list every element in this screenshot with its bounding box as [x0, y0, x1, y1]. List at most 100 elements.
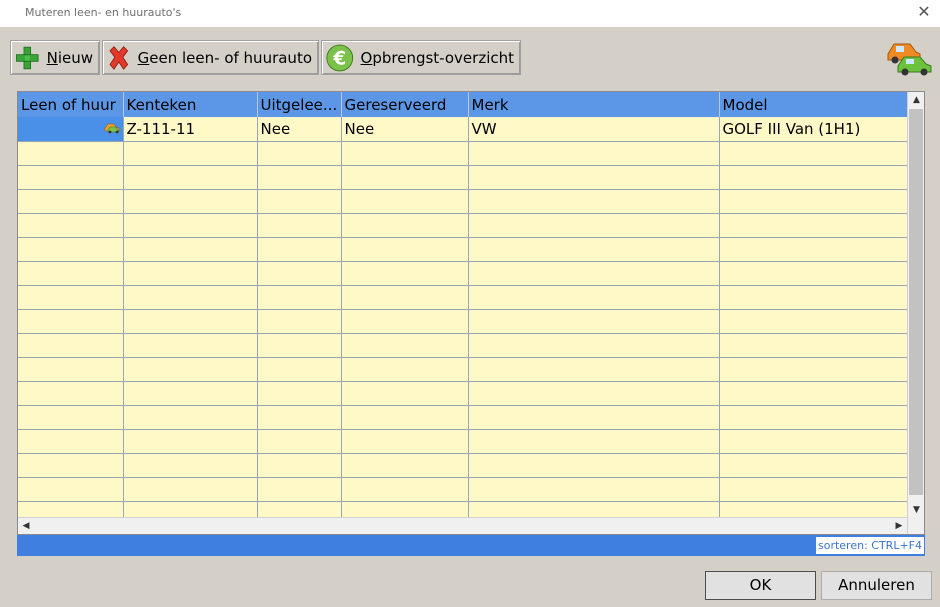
empty-cell[interactable]: [468, 237, 720, 262]
empty-cell[interactable]: [257, 429, 342, 454]
empty-cell[interactable]: [468, 141, 720, 166]
empty-cell[interactable]: [257, 165, 342, 190]
empty-cell[interactable]: [18, 189, 124, 214]
table-row[interactable]: [18, 405, 908, 430]
empty-cell[interactable]: [123, 261, 258, 286]
cell-kenteken[interactable]: Z-111-11: [123, 117, 258, 142]
empty-cell[interactable]: [468, 165, 720, 190]
empty-cell[interactable]: [341, 477, 469, 502]
close-icon[interactable]: ✕: [916, 4, 932, 20]
empty-cell[interactable]: [341, 213, 469, 238]
table-row[interactable]: [18, 213, 908, 238]
empty-cell[interactable]: [341, 141, 469, 166]
empty-cell[interactable]: [719, 357, 908, 382]
empty-cell[interactable]: [341, 237, 469, 262]
empty-cell[interactable]: [468, 213, 720, 238]
empty-cell[interactable]: [123, 237, 258, 262]
empty-cell[interactable]: [123, 213, 258, 238]
empty-cell[interactable]: [123, 357, 258, 382]
empty-cell[interactable]: [719, 477, 908, 502]
empty-cell[interactable]: [341, 285, 469, 310]
empty-cell[interactable]: [719, 333, 908, 358]
cell-gereserveerd[interactable]: Nee: [341, 117, 469, 142]
empty-cell[interactable]: [18, 285, 124, 310]
new-button[interactable]: Nieuw: [10, 40, 100, 75]
table-row[interactable]: [18, 285, 908, 310]
empty-cell[interactable]: [123, 165, 258, 190]
empty-cell[interactable]: [468, 309, 720, 334]
empty-cell[interactable]: [719, 453, 908, 478]
empty-cell[interactable]: [257, 333, 342, 358]
empty-cell[interactable]: [719, 141, 908, 166]
table-row[interactable]: [18, 477, 908, 502]
empty-cell[interactable]: [468, 261, 720, 286]
empty-cell[interactable]: [257, 309, 342, 334]
empty-cell[interactable]: [468, 381, 720, 406]
empty-cell[interactable]: [18, 381, 124, 406]
scroll-left-icon[interactable]: ◀: [18, 518, 34, 534]
empty-cell[interactable]: [719, 429, 908, 454]
empty-cell[interactable]: [257, 141, 342, 166]
empty-cell[interactable]: [18, 453, 124, 478]
empty-cell[interactable]: [18, 165, 124, 190]
column-header[interactable]: Uitgelee...: [257, 92, 342, 117]
horizontal-scrollbar[interactable]: ◀ ▶: [18, 517, 907, 534]
empty-cell[interactable]: [123, 429, 258, 454]
empty-cell[interactable]: [468, 357, 720, 382]
column-header[interactable]: Kenteken: [123, 92, 258, 117]
ok-button[interactable]: OK: [705, 571, 816, 600]
vertical-scrollbar[interactable]: ▲ ▼: [907, 92, 924, 518]
empty-cell[interactable]: [341, 165, 469, 190]
empty-cell[interactable]: [719, 189, 908, 214]
empty-cell[interactable]: [18, 213, 124, 238]
empty-cell[interactable]: [341, 405, 469, 430]
empty-cell[interactable]: [123, 453, 258, 478]
empty-cell[interactable]: [719, 285, 908, 310]
table-row[interactable]: [18, 453, 908, 478]
empty-cell[interactable]: [341, 357, 469, 382]
empty-cell[interactable]: [341, 333, 469, 358]
scroll-right-icon[interactable]: ▶: [891, 518, 907, 534]
empty-cell[interactable]: [719, 405, 908, 430]
table-row[interactable]: [18, 165, 908, 190]
empty-cell[interactable]: [468, 453, 720, 478]
empty-cell[interactable]: [341, 309, 469, 334]
empty-cell[interactable]: [341, 189, 469, 214]
empty-cell[interactable]: [257, 213, 342, 238]
column-header[interactable]: Gereserveerd: [341, 92, 469, 117]
cell-merk[interactable]: VW: [468, 117, 720, 142]
column-header[interactable]: Leen of huur: [18, 92, 124, 117]
empty-cell[interactable]: [341, 453, 469, 478]
table-row[interactable]: [18, 429, 908, 454]
table-row[interactable]: [18, 261, 908, 286]
table-row[interactable]: [18, 309, 908, 334]
empty-cell[interactable]: [257, 477, 342, 502]
no-loan-car-button[interactable]: Geen leen- of huurauto: [102, 40, 319, 75]
empty-cell[interactable]: [341, 261, 469, 286]
empty-cell[interactable]: [468, 189, 720, 214]
empty-cell[interactable]: [257, 381, 342, 406]
cell-uitgeleend[interactable]: Nee: [257, 117, 342, 142]
empty-cell[interactable]: [257, 237, 342, 262]
empty-cell[interactable]: [719, 165, 908, 190]
table-row[interactable]: [18, 237, 908, 262]
empty-cell[interactable]: [257, 453, 342, 478]
empty-cell[interactable]: [257, 189, 342, 214]
empty-cell[interactable]: [123, 477, 258, 502]
table-row[interactable]: [18, 357, 908, 382]
empty-cell[interactable]: [468, 285, 720, 310]
empty-cell[interactable]: [123, 333, 258, 358]
cell-model[interactable]: GOLF III Van (1H1): [719, 117, 908, 142]
empty-cell[interactable]: [719, 309, 908, 334]
empty-cell[interactable]: [18, 237, 124, 262]
table-row[interactable]: [18, 189, 908, 214]
empty-cell[interactable]: [719, 237, 908, 262]
empty-cell[interactable]: [468, 333, 720, 358]
empty-cell[interactable]: [18, 477, 124, 502]
loan-cars-grid[interactable]: Leen of huur Kenteken Uitgelee... Gereserve…: [17, 91, 925, 535]
empty-cell[interactable]: [18, 429, 124, 454]
empty-cell[interactable]: [18, 309, 124, 334]
empty-cell[interactable]: [719, 213, 908, 238]
empty-cell[interactable]: [341, 429, 469, 454]
empty-cell[interactable]: [719, 261, 908, 286]
